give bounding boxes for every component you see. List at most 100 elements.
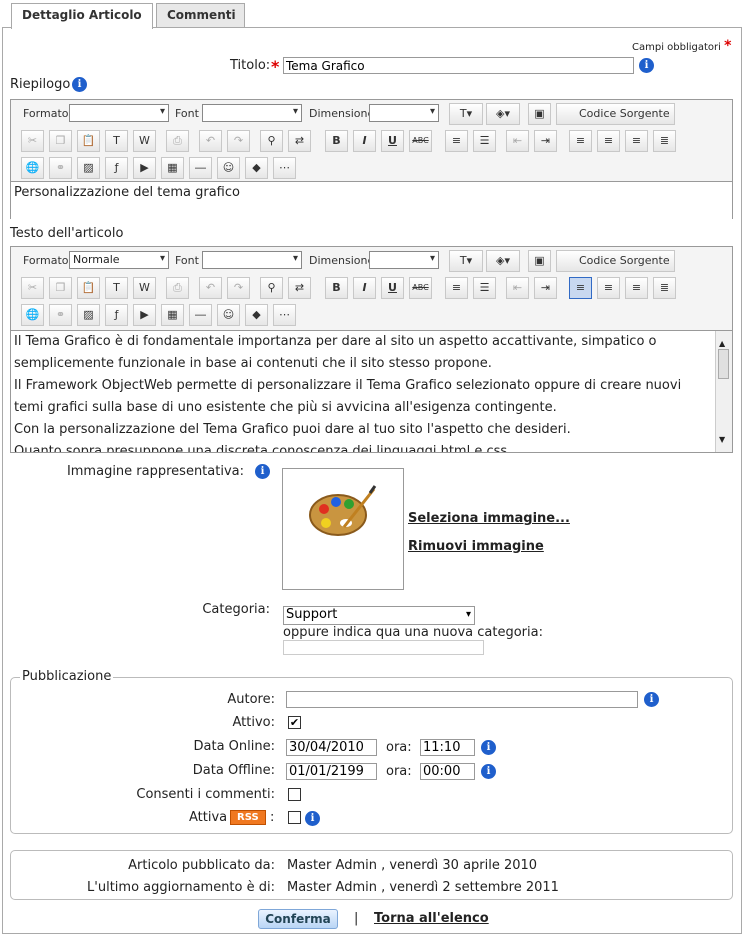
copy-icon[interactable]: ❐ xyxy=(49,130,72,152)
torna-elenco-link[interactable]: Torna all'elenco xyxy=(374,911,489,926)
paste-text-icon[interactable]: T xyxy=(105,277,128,299)
page-break-icon[interactable]: ⋯ xyxy=(273,304,296,326)
media-icon[interactable]: ▶ xyxy=(133,304,156,326)
scrollbar[interactable]: ▲ ▼ xyxy=(715,331,732,452)
fullscreen-button[interactable]: ▣ xyxy=(528,250,551,272)
bg-color-button[interactable]: ◈▾ xyxy=(486,250,520,272)
fullscreen-button[interactable]: ▣ xyxy=(528,103,551,125)
link-icon[interactable]: 🌐 xyxy=(21,157,44,179)
print-icon[interactable]: ⎙ xyxy=(166,130,189,152)
paste-text-icon[interactable]: T xyxy=(105,130,128,152)
find-icon[interactable]: ⚲ xyxy=(260,130,283,152)
horizontal-rule-icon[interactable]: ― xyxy=(189,157,212,179)
outdent-icon[interactable]: ⇤ xyxy=(506,130,529,152)
special-char-icon[interactable]: ◆ xyxy=(245,157,268,179)
indent-icon[interactable]: ⇥ xyxy=(534,130,557,152)
align-left-icon[interactable]: ≡ xyxy=(569,130,592,152)
bullet-list-icon[interactable]: ☰ xyxy=(473,277,496,299)
paste-word-icon[interactable]: W xyxy=(133,130,156,152)
font-select[interactable] xyxy=(202,251,302,269)
link-icon[interactable]: 🌐 xyxy=(21,304,44,326)
codice-sorgente-button[interactable]: Codice Sorgente xyxy=(556,103,675,125)
replace-icon[interactable]: ⇄ xyxy=(288,130,311,152)
indent-icon[interactable]: ⇥ xyxy=(534,277,557,299)
codice-sorgente-button[interactable]: Codice Sorgente xyxy=(556,250,675,272)
scroll-down-icon[interactable]: ▼ xyxy=(719,429,725,451)
undo-icon[interactable]: ↶ xyxy=(199,277,222,299)
strike-button[interactable]: ABC xyxy=(409,277,432,299)
find-icon[interactable]: ⚲ xyxy=(260,277,283,299)
redo-icon[interactable]: ↷ xyxy=(227,130,250,152)
info-icon[interactable]: i xyxy=(481,764,496,779)
data-offline-input[interactable]: 01/01/2199 xyxy=(286,763,377,780)
image-icon[interactable]: ▨ xyxy=(77,157,100,179)
nuova-categoria-input[interactable] xyxy=(283,640,484,655)
align-left-icon[interactable]: ≡ xyxy=(569,277,592,299)
ora-offline-input[interactable]: 00:00 xyxy=(420,763,475,780)
rimuovi-immagine-link[interactable]: Rimuovi immagine xyxy=(408,539,544,554)
info-icon[interactable]: i xyxy=(644,692,659,707)
ordered-list-icon[interactable]: ≡ xyxy=(445,130,468,152)
dimensione-select[interactable] xyxy=(369,104,439,122)
flash-icon[interactable]: ƒ xyxy=(105,157,128,179)
ora-online-input[interactable]: 11:10 xyxy=(420,739,475,756)
conferma-button[interactable]: Conferma xyxy=(258,909,338,929)
redo-icon[interactable]: ↷ xyxy=(227,277,250,299)
info-icon[interactable]: i xyxy=(305,811,320,826)
table-icon[interactable]: ▦ xyxy=(161,157,184,179)
align-justify-icon[interactable]: ≣ xyxy=(653,130,676,152)
image-icon[interactable]: ▨ xyxy=(77,304,100,326)
seleziona-immagine-link[interactable]: Seleziona immagine... xyxy=(408,511,570,526)
tab-dettaglio-articolo[interactable]: Dettaglio Articolo xyxy=(11,3,153,29)
categoria-select[interactable]: Support ▾ xyxy=(283,606,475,625)
titolo-input[interactable]: Tema Grafico xyxy=(283,57,634,74)
font-select[interactable] xyxy=(202,104,302,122)
info-icon[interactable]: i xyxy=(639,58,654,73)
paste-icon[interactable]: 📋 xyxy=(77,277,100,299)
testo-content[interactable]: Il Tema Grafico è di fondamentale import… xyxy=(11,330,732,452)
underline-button[interactable]: U xyxy=(381,277,404,299)
dimensione-select[interactable] xyxy=(369,251,439,269)
media-icon[interactable]: ▶ xyxy=(133,157,156,179)
flash-icon[interactable]: ƒ xyxy=(105,304,128,326)
tab-commenti[interactable]: Commenti xyxy=(156,3,245,27)
undo-icon[interactable]: ↶ xyxy=(199,130,222,152)
scroll-thumb[interactable] xyxy=(718,349,729,379)
bg-color-button[interactable]: ◈▾ xyxy=(486,103,520,125)
data-online-input[interactable]: 30/04/2010 xyxy=(286,739,377,756)
bold-button[interactable]: B xyxy=(325,130,348,152)
paste-word-icon[interactable]: W xyxy=(133,277,156,299)
align-justify-icon[interactable]: ≣ xyxy=(653,277,676,299)
formato-select[interactable]: Normale xyxy=(69,251,169,269)
text-color-button[interactable]: T▾ xyxy=(449,103,483,125)
smiley-icon[interactable]: ☺ xyxy=(217,304,240,326)
underline-button[interactable]: U xyxy=(381,130,404,152)
unlink-icon[interactable]: ⚭ xyxy=(49,304,72,326)
text-color-button[interactable]: T▾ xyxy=(449,250,483,272)
bullet-list-icon[interactable]: ☰ xyxy=(473,130,496,152)
paste-icon[interactable]: 📋 xyxy=(77,130,100,152)
attivo-checkbox[interactable]: ✔ xyxy=(288,716,301,729)
outdent-icon[interactable]: ⇤ xyxy=(506,277,529,299)
replace-icon[interactable]: ⇄ xyxy=(288,277,311,299)
align-center-icon[interactable]: ≡ xyxy=(597,277,620,299)
cut-icon[interactable]: ✂ xyxy=(21,277,44,299)
align-right-icon[interactable]: ≡ xyxy=(625,130,648,152)
horizontal-rule-icon[interactable]: ― xyxy=(189,304,212,326)
table-icon[interactable]: ▦ xyxy=(161,304,184,326)
print-icon[interactable]: ⎙ xyxy=(166,277,189,299)
page-break-icon[interactable]: ⋯ xyxy=(273,157,296,179)
cut-icon[interactable]: ✂ xyxy=(21,130,44,152)
ordered-list-icon[interactable]: ≡ xyxy=(445,277,468,299)
commenti-checkbox[interactable] xyxy=(288,788,301,801)
rss-checkbox[interactable] xyxy=(288,811,301,824)
info-icon[interactable]: i xyxy=(72,77,87,92)
smiley-icon[interactable]: ☺ xyxy=(217,157,240,179)
italic-button[interactable]: I xyxy=(353,277,376,299)
formato-select[interactable] xyxy=(69,104,169,122)
strike-button[interactable]: ABC xyxy=(409,130,432,152)
autore-input[interactable] xyxy=(286,691,638,708)
info-icon[interactable]: i xyxy=(481,740,496,755)
bold-button[interactable]: B xyxy=(325,277,348,299)
info-icon[interactable]: i xyxy=(255,464,270,479)
